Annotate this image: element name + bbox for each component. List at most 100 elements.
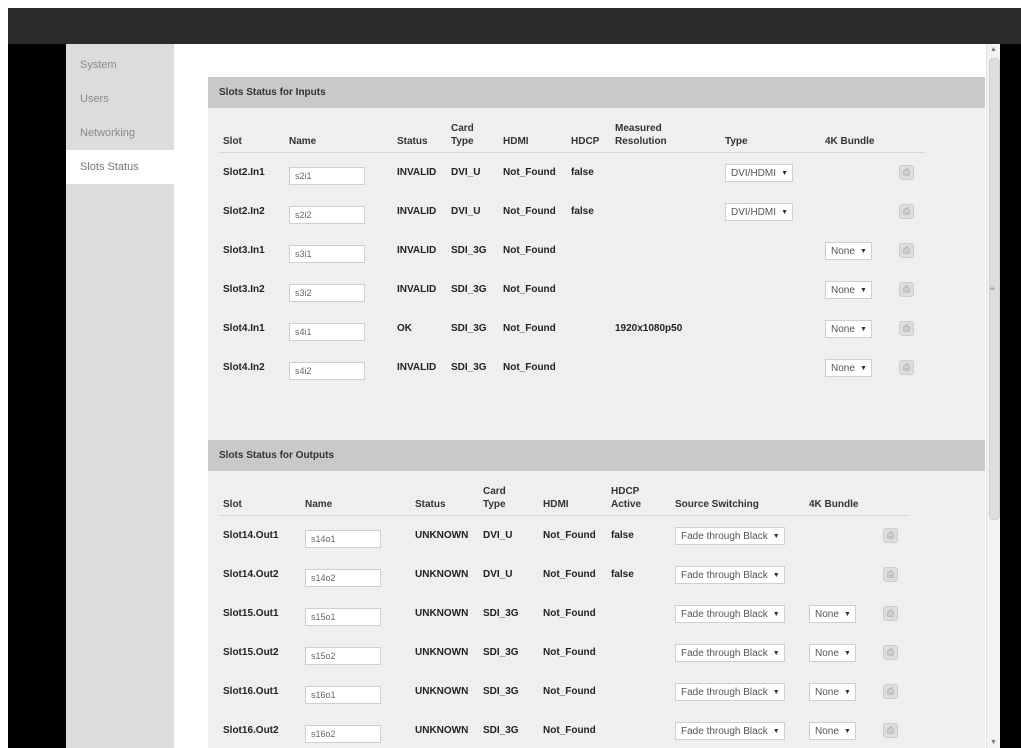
scroll-down-icon[interactable]: ▼	[990, 739, 997, 746]
save-icon[interactable]: ⎙	[899, 243, 914, 258]
sidebar-item-system[interactable]: System	[66, 48, 174, 82]
status-cell: INVALID	[397, 362, 437, 373]
hdmi-cell: Not_Found	[503, 245, 556, 256]
type-select[interactable]: DVI/HDMI ▼	[725, 163, 793, 182]
source-switching-select-cell: Fade through Black ▼	[671, 672, 805, 711]
bundle-select-value: None	[831, 323, 855, 335]
name-cell	[285, 192, 393, 231]
save-icon[interactable]: ⎙	[899, 321, 914, 336]
name-input[interactable]	[289, 361, 365, 380]
type-select[interactable]: DVI/HDMI ▼	[725, 202, 793, 221]
sidebar-item-users[interactable]: Users	[66, 82, 174, 116]
card-type-cell: SDI_3G	[483, 725, 519, 736]
bundle-select-value: None	[815, 608, 839, 620]
sidebar-item-slots-status[interactable]: Slots Status	[66, 150, 174, 184]
save-icon[interactable]: ⎙	[899, 165, 914, 180]
save-icon[interactable]: ⎙	[883, 645, 898, 660]
save-icon[interactable]: ⎙	[883, 528, 898, 543]
source-switching-select[interactable]: Fade through Black ▼	[675, 604, 785, 623]
table-row: Slot14.Out1 UNKNOWN DVI_U Not_Found false Fad…	[219, 516, 909, 556]
hdcp-cell	[567, 309, 611, 348]
table-row: Slot14.Out2 UNKNOWN DVI_U Not_Found false Fad…	[219, 555, 909, 594]
resolution-cell: 1920x1080p50	[615, 323, 683, 334]
save-icon[interactable]: ⎙	[883, 567, 898, 582]
bundle-select-cell	[805, 555, 879, 594]
source-switching-select[interactable]: Fade through Black ▼	[675, 643, 785, 662]
hdmi-cell: Not_Found	[503, 284, 556, 295]
name-input[interactable]	[305, 646, 381, 665]
bundle-select-value: None	[815, 686, 839, 698]
col-slot: Slot	[219, 485, 301, 516]
action-cell: ⎙	[879, 555, 909, 594]
chevron-down-icon: ▼	[859, 286, 867, 294]
table-row: Slot15.Out2 UNKNOWN SDI_3G Not_Found Fade th…	[219, 633, 909, 672]
name-input[interactable]	[305, 529, 381, 548]
name-input[interactable]	[289, 283, 365, 302]
status-cell: UNKNOWN	[415, 686, 469, 697]
action-cell: ⎙	[895, 309, 925, 348]
name-input[interactable]	[305, 568, 381, 587]
bundle-select[interactable]: None ▼	[825, 358, 872, 377]
slot-cell: Slot3.In1	[223, 245, 265, 256]
col-action	[895, 122, 925, 153]
source-switching-select[interactable]: Fade through Black ▼	[675, 721, 785, 740]
bundle-select[interactable]: None ▼	[809, 643, 856, 662]
name-cell	[285, 270, 393, 309]
hdcp-active-cell	[607, 672, 671, 711]
bundle-select[interactable]: None ▼	[825, 280, 872, 299]
bundle-select[interactable]: None ▼	[809, 721, 856, 740]
name-input[interactable]	[289, 166, 365, 185]
status-cell: INVALID	[397, 245, 437, 256]
save-icon[interactable]: ⎙	[883, 684, 898, 699]
save-icon[interactable]: ⎙	[899, 282, 914, 297]
name-input[interactable]	[289, 205, 365, 224]
source-switching-select[interactable]: Fade through Black ▼	[675, 682, 785, 701]
save-icon[interactable]: ⎙	[883, 606, 898, 621]
table-row: Slot16.Out1 UNKNOWN SDI_3G Not_Found Fade th…	[219, 672, 909, 711]
resolution-cell	[611, 192, 721, 231]
table-row: Slot4.In2 INVALID SDI_3G Not_Found None ▼ ⎙	[219, 348, 925, 387]
col-name: Name	[301, 485, 411, 516]
action-cell: ⎙	[895, 270, 925, 309]
card-type-cell: DVI_U	[483, 569, 513, 580]
inputs-header-row: Slot Name Status Card Type HDMI HDCP Meas…	[219, 122, 925, 153]
table-row: Slot3.In1 INVALID SDI_3G Not_Found None ▼ ⎙	[219, 231, 925, 270]
source-switching-select-cell: Fade through Black ▼	[671, 516, 805, 556]
sidebar: System Users Networking Slots Status	[66, 44, 174, 748]
vertical-scrollbar[interactable]: ▲ ≡ ▼	[986, 44, 1001, 748]
bundle-select-cell	[805, 516, 879, 556]
source-switching-select-value: Fade through Black	[681, 725, 768, 737]
bundle-select[interactable]: None ▼	[809, 604, 856, 623]
bundle-select[interactable]: None ▼	[825, 319, 872, 338]
scroll-up-icon[interactable]: ▲	[990, 46, 997, 53]
save-icon[interactable]: ⎙	[899, 204, 914, 219]
name-cell	[285, 309, 393, 348]
name-input[interactable]	[305, 607, 381, 626]
col-type: Type	[721, 122, 821, 153]
name-cell	[301, 594, 411, 633]
status-cell: INVALID	[397, 206, 437, 217]
source-switching-select[interactable]: Fade through Black ▼	[675, 565, 785, 584]
hdcp-cell: false	[571, 167, 594, 178]
resolution-cell	[611, 153, 721, 193]
action-cell: ⎙	[895, 348, 925, 387]
name-input[interactable]	[289, 322, 365, 341]
source-switching-select-value: Fade through Black	[681, 647, 768, 659]
sidebar-item-networking[interactable]: Networking	[66, 116, 174, 150]
source-switching-select[interactable]: Fade through Black ▼	[675, 526, 785, 545]
save-icon[interactable]: ⎙	[883, 723, 898, 738]
name-input[interactable]	[305, 724, 381, 743]
status-cell: UNKNOWN	[415, 530, 469, 541]
outputs-panel: Slots Status for Outputs Slot Name Statu…	[208, 440, 985, 748]
name-input[interactable]	[289, 244, 365, 263]
name-cell	[301, 633, 411, 672]
bundle-select[interactable]: None ▼	[825, 241, 872, 260]
action-cell: ⎙	[879, 516, 909, 556]
hdmi-cell: Not_Found	[543, 725, 596, 736]
save-icon[interactable]: ⎙	[899, 360, 914, 375]
name-input[interactable]	[305, 685, 381, 704]
inputs-table: Slot Name Status Card Type HDMI HDCP Meas…	[219, 122, 925, 387]
bundle-select[interactable]: None ▼	[809, 682, 856, 701]
status-cell: UNKNOWN	[415, 647, 469, 658]
col-4k-bundle: 4K Bundle	[805, 485, 879, 516]
